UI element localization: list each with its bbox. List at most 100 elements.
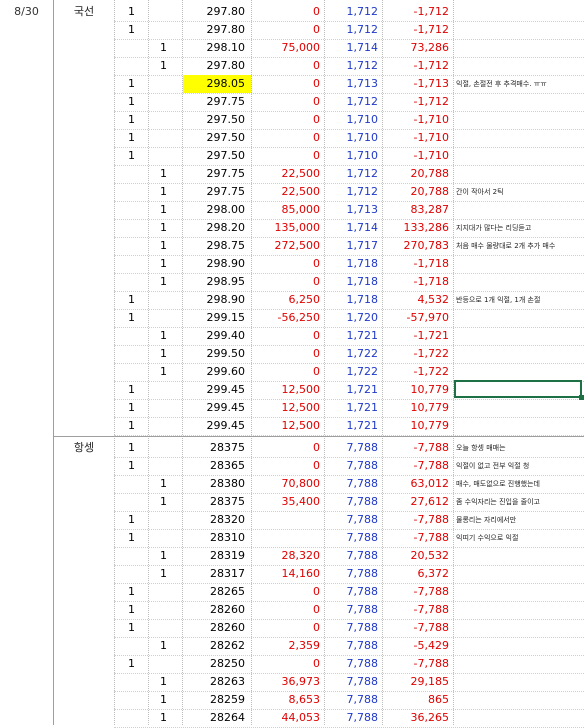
note-cell[interactable]	[456, 201, 584, 219]
qty-buy-cell[interactable]: 1	[128, 529, 148, 547]
date-cell[interactable]: 8/30	[0, 3, 53, 21]
note-cell[interactable]	[456, 93, 584, 111]
qty-sell-cell[interactable]	[160, 93, 180, 111]
net-cell[interactable]: 4,532	[383, 291, 453, 309]
commission-cell[interactable]: 1,712	[325, 3, 382, 21]
note-cell[interactable]	[456, 255, 584, 273]
qty-buy-cell[interactable]: 1	[128, 93, 148, 111]
profit-cell[interactable]: 35,400	[252, 493, 324, 511]
net-cell[interactable]: 270,783	[383, 237, 453, 255]
commission-cell[interactable]: 1,710	[325, 111, 382, 129]
profit-cell[interactable]: 0	[252, 327, 324, 345]
profit-cell[interactable]: 12,500	[252, 399, 324, 417]
commission-cell[interactable]: 1,721	[325, 417, 382, 435]
note-cell[interactable]: 오늘 항셍 매매는	[456, 439, 584, 457]
qty-sell-cell[interactable]: 1	[160, 39, 180, 57]
qty-buy-cell[interactable]: 1	[128, 75, 148, 93]
price-cell[interactable]: 28265	[183, 583, 251, 601]
price-cell[interactable]: 298.05	[183, 75, 251, 93]
profit-cell[interactable]: 135,000	[252, 219, 324, 237]
profit-cell[interactable]: 0	[252, 363, 324, 381]
profit-cell[interactable]: 70,800	[252, 475, 324, 493]
net-cell[interactable]: -1,710	[383, 147, 453, 165]
note-cell[interactable]	[456, 565, 584, 583]
net-cell[interactable]: -1,718	[383, 255, 453, 273]
net-cell[interactable]: -7,788	[383, 439, 453, 457]
qty-buy-cell[interactable]	[128, 565, 148, 583]
commission-cell[interactable]: 7,788	[325, 565, 382, 583]
qty-buy-cell[interactable]: 1	[128, 655, 148, 673]
price-cell[interactable]: 299.60	[183, 363, 251, 381]
profit-cell[interactable]: 8,653	[252, 691, 324, 709]
price-cell[interactable]: 298.90	[183, 291, 251, 309]
qty-sell-cell[interactable]: 1	[160, 637, 180, 655]
qty-sell-cell[interactable]	[160, 457, 180, 475]
net-cell[interactable]: 10,779	[383, 417, 453, 435]
qty-sell-cell[interactable]	[160, 129, 180, 147]
price-cell[interactable]: 28260	[183, 601, 251, 619]
profit-cell[interactable]: 0	[252, 273, 324, 291]
net-cell[interactable]: 20,788	[383, 183, 453, 201]
net-cell[interactable]: -1,712	[383, 3, 453, 21]
net-cell[interactable]: 20,532	[383, 547, 453, 565]
commission-cell[interactable]: 1,722	[325, 345, 382, 363]
commission-cell[interactable]: 1,713	[325, 201, 382, 219]
profit-cell[interactable]: 0	[252, 75, 324, 93]
qty-sell-cell[interactable]	[160, 291, 180, 309]
qty-buy-cell[interactable]: 1	[128, 457, 148, 475]
note-cell[interactable]	[456, 273, 584, 291]
qty-buy-cell[interactable]: 1	[128, 291, 148, 309]
qty-sell-cell[interactable]: 1	[160, 363, 180, 381]
profit-cell[interactable]: 14,160	[252, 565, 324, 583]
profit-cell[interactable]: 0	[252, 21, 324, 39]
profit-cell[interactable]: 0	[252, 111, 324, 129]
price-cell[interactable]: 28320	[183, 511, 251, 529]
qty-sell-cell[interactable]	[160, 619, 180, 637]
profit-cell[interactable]: 28,320	[252, 547, 324, 565]
net-cell[interactable]: 133,286	[383, 219, 453, 237]
qty-sell-cell[interactable]	[160, 147, 180, 165]
profit-cell[interactable]	[252, 529, 324, 547]
qty-sell-cell[interactable]: 1	[160, 709, 180, 727]
qty-buy-cell[interactable]	[128, 673, 148, 691]
price-cell[interactable]: 297.80	[183, 3, 251, 21]
net-cell[interactable]: -7,788	[383, 601, 453, 619]
commission-cell[interactable]: 7,788	[325, 457, 382, 475]
price-cell[interactable]: 28262	[183, 637, 251, 655]
qty-sell-cell[interactable]: 1	[160, 273, 180, 291]
qty-buy-cell[interactable]: 1	[128, 439, 148, 457]
profit-cell[interactable]: 0	[252, 583, 324, 601]
commission-cell[interactable]: 7,788	[325, 475, 382, 493]
qty-buy-cell[interactable]: 1	[128, 583, 148, 601]
commission-cell[interactable]: 7,788	[325, 655, 382, 673]
profit-cell[interactable]: 0	[252, 601, 324, 619]
qty-sell-cell[interactable]: 1	[160, 183, 180, 201]
qty-sell-cell[interactable]	[160, 583, 180, 601]
note-cell[interactable]	[456, 655, 584, 673]
commission-cell[interactable]: 7,788	[325, 511, 382, 529]
note-cell[interactable]: 익절이 없고 전부 익절 청	[456, 457, 584, 475]
qty-sell-cell[interactable]	[160, 75, 180, 93]
qty-sell-cell[interactable]: 1	[160, 201, 180, 219]
price-cell[interactable]: 28365	[183, 457, 251, 475]
note-cell[interactable]: 좀 수익자리는 진입을 줄이고	[456, 493, 584, 511]
net-cell[interactable]: -7,788	[383, 583, 453, 601]
net-cell[interactable]: 83,287	[383, 201, 453, 219]
price-cell[interactable]: 299.45	[183, 399, 251, 417]
profit-cell[interactable]: 12,500	[252, 417, 324, 435]
commission-cell[interactable]: 1,714	[325, 39, 382, 57]
net-cell[interactable]: 27,612	[383, 493, 453, 511]
note-cell[interactable]	[456, 345, 584, 363]
price-cell[interactable]: 297.75	[183, 93, 251, 111]
qty-sell-cell[interactable]	[160, 601, 180, 619]
qty-sell-cell[interactable]: 1	[160, 237, 180, 255]
price-cell[interactable]: 28319	[183, 547, 251, 565]
commission-cell[interactable]: 7,788	[325, 439, 382, 457]
net-cell[interactable]: -1,713	[383, 75, 453, 93]
note-cell[interactable]: 처음 매수 물량대로 2개 추가 매수	[456, 237, 584, 255]
qty-buy-cell[interactable]: 1	[128, 601, 148, 619]
net-cell[interactable]: -1,721	[383, 327, 453, 345]
qty-buy-cell[interactable]	[128, 219, 148, 237]
price-cell[interactable]: 299.15	[183, 309, 251, 327]
price-cell[interactable]: 297.80	[183, 57, 251, 75]
